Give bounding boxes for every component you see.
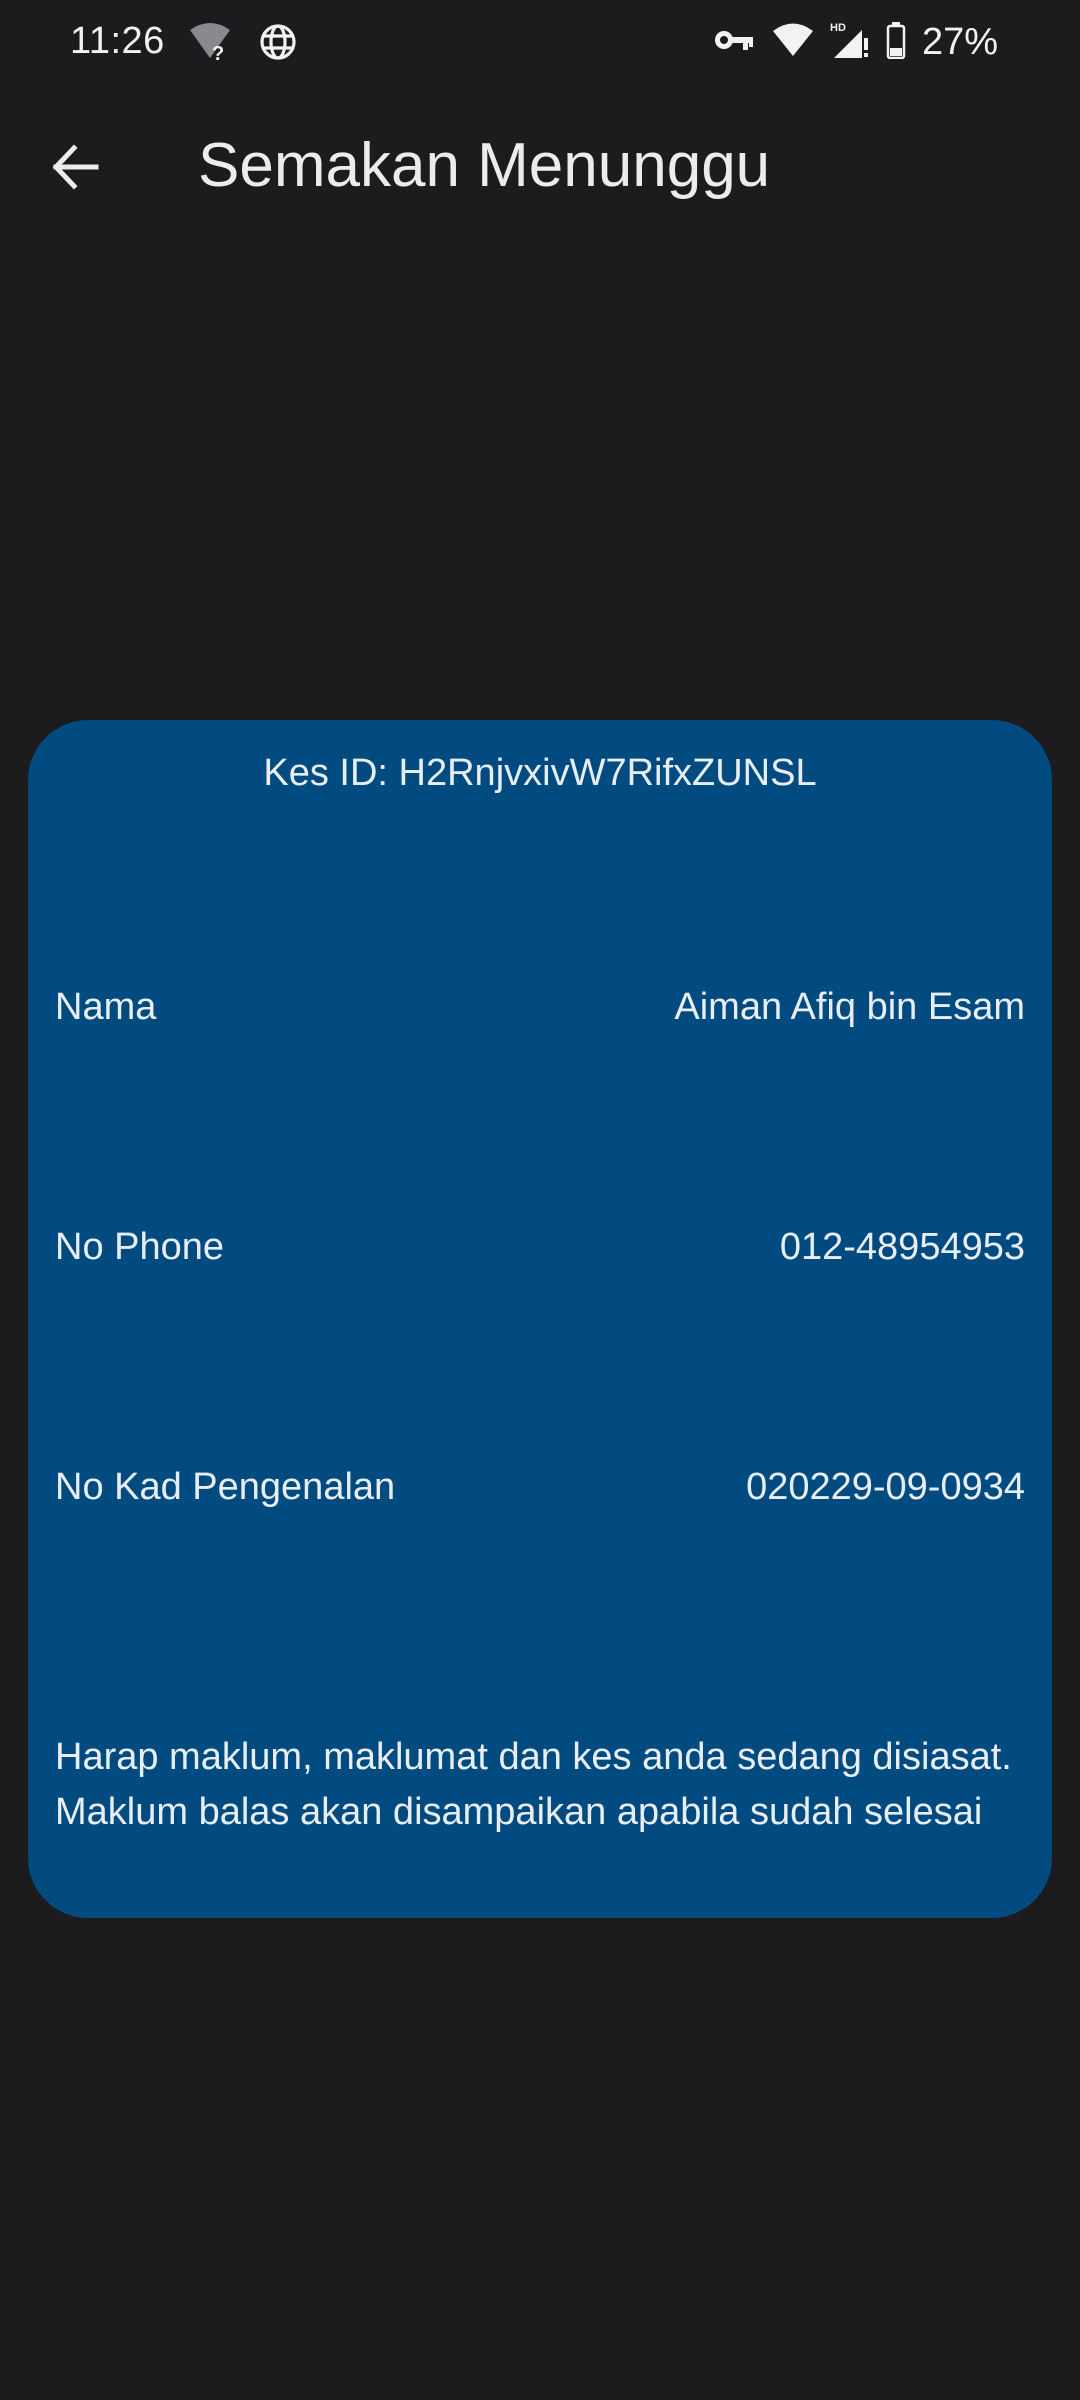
status-right-icons: HD 27% bbox=[714, 20, 998, 65]
back-button[interactable] bbox=[30, 124, 120, 214]
status-bar: 11:26 ? HD 27% bbox=[0, 0, 1080, 86]
info-row-label: Nama bbox=[55, 986, 157, 1028]
info-row-value: 020229-09-0934 bbox=[746, 1466, 1025, 1508]
info-row-phone: No Phone 012-48954953 bbox=[55, 1226, 1025, 1269]
case-id: Kes ID: H2RnjvxivW7RifxZUNSL bbox=[263, 752, 817, 794]
arrow-back-icon bbox=[50, 142, 100, 197]
info-row-label: No Kad Pengenalan bbox=[55, 1466, 396, 1508]
status-time: 11:26 bbox=[70, 20, 165, 62]
case-card: Kes ID: H2RnjvxivW7RifxZUNSL Nama Aiman … bbox=[28, 720, 1052, 1918]
globe-icon bbox=[258, 22, 298, 67]
page-title: Semakan Menunggu bbox=[198, 131, 771, 200]
wifi-unknown-icon: ? bbox=[188, 22, 232, 67]
battery-icon bbox=[886, 21, 906, 64]
info-row-label: No Phone bbox=[55, 1226, 225, 1268]
svg-text:?: ? bbox=[212, 43, 224, 62]
info-row-ic: No Kad Pengenalan 020229-09-0934 bbox=[55, 1466, 1025, 1509]
battery-percent: 27% bbox=[921, 21, 998, 63]
app-bar: Semakan Menunggu bbox=[0, 100, 1080, 228]
info-row-name: Nama Aiman Afiq bin Esam bbox=[55, 986, 1025, 1029]
info-row-value: Aiman Afiq bin Esam bbox=[674, 986, 1025, 1028]
vpn-key-icon bbox=[714, 25, 756, 60]
wifi-icon bbox=[772, 22, 814, 63]
svg-text:HD: HD bbox=[830, 22, 846, 34]
signal-hd-icon: HD bbox=[830, 20, 870, 65]
status-left-icons: ? bbox=[188, 22, 298, 67]
info-row-value: 012-48954953 bbox=[779, 1226, 1025, 1268]
notice-text: Harap maklum, maklumat dan kes anda seda… bbox=[55, 1736, 1012, 1833]
